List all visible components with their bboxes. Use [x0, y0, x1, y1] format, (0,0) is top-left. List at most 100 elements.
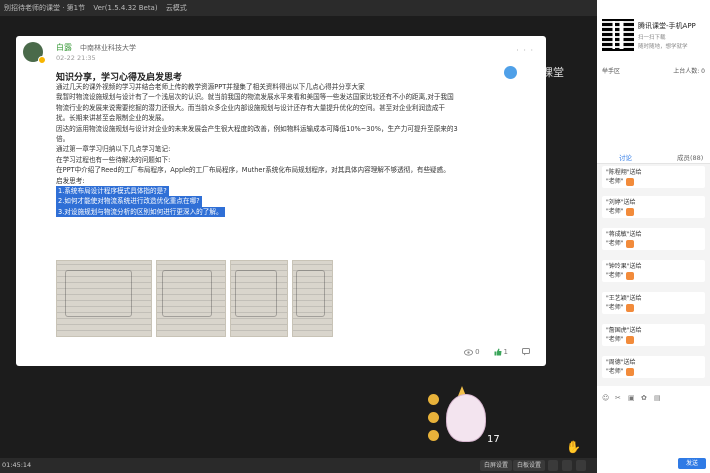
app-promo-slogan: 随时随地，想学就学 — [638, 44, 688, 50]
gift-target: "老师" — [606, 336, 624, 343]
send-button[interactable]: 发送 — [678, 458, 706, 469]
gift-icon — [625, 303, 634, 312]
gift-icon — [625, 207, 634, 216]
gift-sender: "钟玲果"送给 — [606, 263, 642, 270]
mic-icon[interactable] — [562, 460, 572, 471]
eye-icon — [464, 348, 474, 356]
class-title: 别招待老师的课堂 · 第1节 — [4, 4, 86, 12]
whitescreen-settings-button[interactable]: 白屏设置 — [480, 460, 513, 471]
gift-target: "老师" — [606, 178, 624, 185]
more-icon[interactable]: · · · — [516, 46, 534, 55]
highlight-line: 3.对设施规划与物流分析的区别如何进行更深入的了解。 — [56, 206, 225, 218]
note-photo[interactable] — [292, 260, 333, 337]
mode-label[interactable]: 云模式 — [166, 4, 187, 12]
gift-icon — [625, 177, 634, 186]
gift-sender: "周德"送给 — [606, 359, 636, 366]
post-line: 启发思考: — [56, 176, 85, 185]
gift-target: "老师" — [606, 272, 624, 279]
elapsed-time: 01:45:14 — [2, 461, 32, 469]
panel-tabs: 讨论 成员(88) — [597, 150, 710, 165]
like-button[interactable]: 1 — [494, 348, 508, 356]
flower-button[interactable] — [428, 394, 439, 405]
app-window: 别招待老师的课堂 · 第1节 Ver(1.5.4.32 Beta) 云模式 白露… — [0, 0, 710, 473]
post-line: 通过几天的课外视频的学习并结合老师上传的教学资源PPT并搜集了相关资料得出以下几… — [56, 83, 365, 91]
gift-count: 17 — [487, 434, 500, 445]
play-logo-icon — [504, 65, 517, 79]
post-card: 白露 中南林业科技大学 02-22 21:35 · · · 知识分享，学习心得及… — [16, 36, 546, 366]
post-school: 中南林业科技大学 — [80, 44, 136, 52]
post-line: 通过第一章学习归纳以下几点学习笔记: — [56, 145, 171, 154]
raise-hand-area: 举手区 上台人数: 0 — [597, 64, 710, 76]
post-date: 02-22 21:35 — [56, 54, 96, 62]
list-item: "王艺颖"送给 "老师" — [602, 292, 705, 314]
raise-hand-label: 举手区 — [602, 68, 621, 75]
chat-bubble: "钟玲果"送给 "老师" — [602, 260, 705, 282]
photo-strip — [56, 260, 333, 337]
watermark-text: 腾讯课堂 — [520, 66, 564, 79]
thumbs-up-icon — [494, 348, 502, 356]
post-line: 我暂时物流设施规划与设计有了一个浅层次的认识。就当前我国的物流发展水平来看和美国… — [56, 93, 454, 102]
highlight-line: 2.如何才能使对物流系统进行改造优化重点在哪? — [56, 196, 202, 207]
list-item: "詹国虎"送给 "老师" — [602, 324, 705, 346]
badge-icon — [38, 56, 46, 64]
gift-target: "老师" — [606, 208, 624, 215]
star-button[interactable] — [428, 430, 439, 441]
emoji-icon[interactable]: ☺ — [602, 394, 609, 402]
chat-toolbar: ☺ ✂ ▣ ✿ ▤ — [597, 393, 710, 405]
scissors-icon[interactable]: ✂ — [615, 394, 621, 402]
post-actions: 0 1 — [464, 348, 530, 356]
post-line: 因达的运用物流设施规划与设计对企业的未来发展会产生很大程度的改善，例如物料运输成… — [56, 124, 458, 133]
fullscreen-icon[interactable] — [576, 460, 586, 471]
note-photo[interactable] — [156, 260, 226, 337]
highlight-line: 1.系统布局设计程序模式具体指的是? — [56, 186, 169, 197]
raise-hand-icon[interactable]: ✋ — [566, 440, 581, 454]
flower-icon[interactable]: ✿ — [641, 394, 647, 402]
comment-icon — [522, 348, 530, 356]
gift-sender: "刘婷"送给 — [606, 199, 636, 206]
post-line: 倍。 — [56, 135, 70, 144]
list-item: "周德"送给 "老师" — [602, 356, 705, 378]
chat-bubble: "詹国虎"送给 "老师" — [602, 324, 705, 346]
list-item: "陈程翔"送给 "老师" — [602, 166, 705, 188]
unicorn-icon — [446, 394, 486, 442]
whiteboard-settings-button[interactable]: 白板设置 — [513, 460, 546, 471]
gift-sender: "陈程翔"送给 — [606, 169, 642, 176]
post-line: 扰。长期来讲甚至会限制企业的发展。 — [56, 114, 169, 123]
gift-target: "老师" — [606, 240, 624, 247]
title-bar: 别招待老师的课堂 · 第1节 Ver(1.5.4.32 Beta) 云模式 — [0, 0, 597, 16]
volume-icon[interactable] — [548, 460, 558, 471]
post-line: 在学习过程也有一些待解决的问题如下: — [56, 155, 171, 164]
image-icon[interactable]: ▣ — [628, 394, 635, 402]
app-promo-subtitle: 扫一扫下载 — [638, 35, 666, 41]
stage-count: 上台人数: 0 — [673, 68, 705, 75]
view-count-value: 0 — [475, 348, 480, 356]
brand-watermark: 腾讯课堂 — [504, 64, 564, 80]
list-item: "钟玲果"送给 "老师" — [602, 260, 705, 282]
post-line: 物流行业的发展来说需要挖掘的潜力还很大。而当前众多企业内部设施规划与设计还存有大… — [56, 103, 446, 112]
app-promo-title: 腾讯课堂-手机APP — [638, 22, 696, 30]
list-item: "刘婷"送给 "老师" — [602, 196, 705, 218]
gift-sender: "詹国虎"送给 — [606, 327, 642, 334]
right-panel: 腾讯课堂-手机APP 扫一扫下载 随时随地，想学就学 举手区 上台人数: 0 讨… — [597, 0, 710, 473]
gift-icon — [625, 367, 634, 376]
comment-button[interactable] — [522, 348, 530, 356]
gift-button[interactable] — [428, 412, 439, 423]
gift-sender: "蒋成敏"送给 — [606, 231, 642, 238]
gift-target: "老师" — [606, 304, 624, 311]
chat-bubble: "陈程翔"送给 "老师" — [602, 166, 705, 188]
view-count[interactable]: 0 — [464, 348, 480, 356]
tab-discussion[interactable]: 讨论 — [617, 152, 634, 165]
file-icon[interactable]: ▤ — [654, 394, 661, 402]
note-photo[interactable] — [230, 260, 288, 337]
bottom-bar: 01:45:14 白屏设置 白板设置 — [0, 458, 597, 473]
note-photo[interactable] — [56, 260, 152, 337]
version-label: Ver(1.5.4.32 Beta) — [93, 4, 158, 12]
tab-members[interactable]: 成员(88) — [677, 152, 703, 162]
gift-mascot[interactable] — [428, 384, 490, 450]
gift-sender: "王艺颖"送给 — [606, 295, 642, 302]
post-author[interactable]: 白露 — [56, 42, 72, 53]
post-line: 在PPT中介绍了Reed的工厂布局程序，Apple的工厂布局程序，Muther系… — [56, 166, 450, 175]
like-count: 1 — [503, 348, 508, 356]
chat-input[interactable] — [597, 405, 710, 455]
gift-icon — [625, 335, 634, 344]
